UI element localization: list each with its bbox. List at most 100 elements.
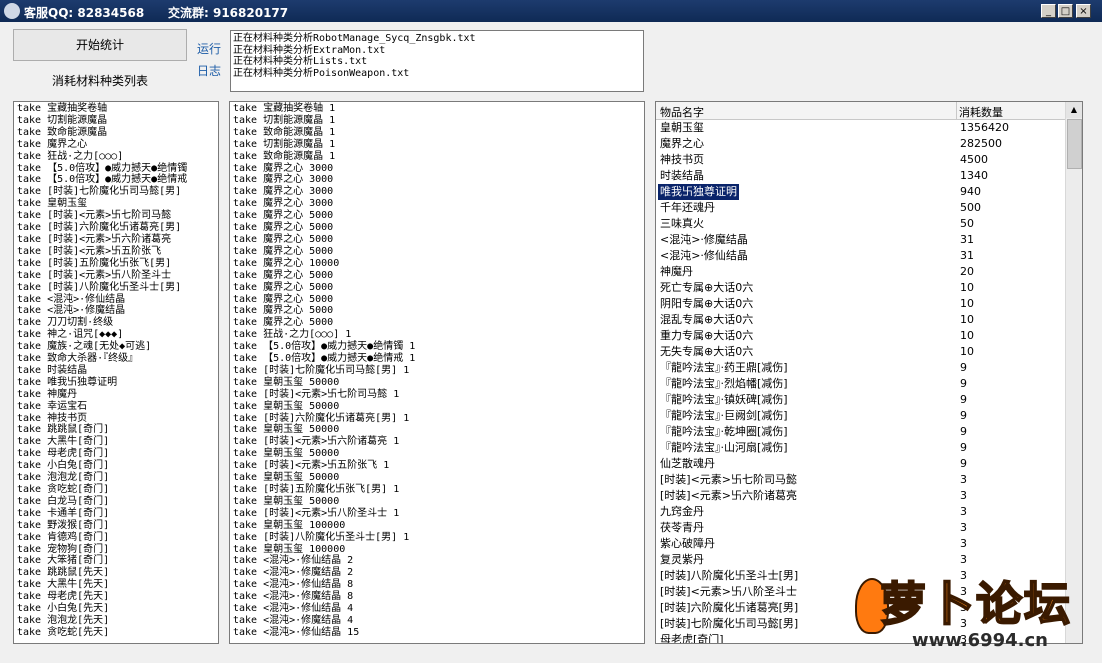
list-item[interactable]: take 唯我卐独尊证明 [17, 377, 215, 389]
list-item[interactable]: take 贪吃蛇[先天] [17, 627, 215, 639]
table-row[interactable]: 九窍金丹 3 [656, 504, 1066, 520]
list-item[interactable]: take 母老虎[先天] [17, 591, 215, 603]
list-item[interactable]: take 大笨猪[奇门] [17, 555, 215, 567]
list-item[interactable]: take 切割能源魔晶 1 [233, 139, 641, 151]
list-item[interactable]: take <混沌>·修魔结晶 2 [233, 567, 641, 579]
list-item[interactable]: take 宝藏抽奖卷轴 1 [233, 103, 641, 115]
list-item[interactable]: take 【5.0倍攻】●威力撼天●绝情戒 1 [233, 353, 641, 365]
list-item[interactable]: take 宠物狗[奇门] [17, 544, 215, 556]
table-row[interactable]: 『龍吟法宝』·烈焰幡[减伤] 9 [656, 376, 1066, 392]
list-item[interactable]: take 【5.0倍攻】●威力撼天●绝情镯 [17, 163, 215, 175]
list-item[interactable]: take 跳跳鼠[奇门] [17, 424, 215, 436]
list-item[interactable]: take [时装]八阶魔化卐圣斗士[男] 1 [233, 532, 641, 544]
close-button[interactable]: × [1076, 4, 1091, 18]
table-row[interactable]: 皇朝玉玺 1356420 [656, 120, 1066, 136]
list-item[interactable]: take 皇朝玉玺 100000 [233, 544, 641, 556]
list-item[interactable]: take 皇朝玉玺 [17, 198, 215, 210]
list-item[interactable]: take 大黑牛[奇门] [17, 436, 215, 448]
material-type-list[interactable]: take 宝藏抽奖卷轴 take 切割能源魔晶 take 致命能源魔晶 take 魔界… [13, 101, 219, 644]
list-item[interactable]: take [时装]<元素>卐五阶张飞 [17, 246, 215, 258]
list-item[interactable]: take 小白兔[奇门] [17, 460, 215, 472]
list-item[interactable]: take 【5.0倍攻】●威力撼天●绝情戒 [17, 174, 215, 186]
table-row[interactable]: 复灵紫丹 3 [656, 552, 1066, 568]
list-item[interactable]: take [时装]五阶魔化卐张飞[男] 1 [233, 484, 641, 496]
table-row[interactable]: 阴阳专属⊕大话0六 10 [656, 296, 1066, 312]
scroll-thumb[interactable] [1067, 119, 1082, 169]
list-item[interactable]: take [时装]五阶魔化卐张飞[男] [17, 258, 215, 270]
table-row[interactable]: 唯我卐独尊证明 940 [656, 184, 1066, 200]
list-item[interactable]: take 贪吃蛇[奇门] [17, 484, 215, 496]
list-item[interactable]: take 魔界之心 5000 [233, 222, 641, 234]
list-item[interactable]: take 皇朝玉玺 100000 [233, 520, 641, 532]
list-item[interactable]: take <混沌>·修仙结晶 2 [233, 555, 641, 567]
list-item[interactable]: take 宝藏抽奖卷轴 [17, 103, 215, 115]
table-row[interactable]: 重力专属⊕大话0六 10 [656, 328, 1066, 344]
table-row[interactable]: 神魔丹 20 [656, 264, 1066, 280]
run-link[interactable]: 运行 [197, 40, 221, 57]
scroll-up-icon[interactable]: ▲ [1066, 102, 1082, 118]
list-item[interactable]: take 幸运宝石 [17, 401, 215, 413]
list-item[interactable]: take 魔界之心 5000 [233, 317, 641, 329]
list-item[interactable]: take [时装]<元素>卐五阶张飞 1 [233, 460, 641, 472]
list-item[interactable]: take 皇朝玉玺 50000 [233, 424, 641, 436]
log-link[interactable]: 日志 [197, 62, 221, 79]
list-item[interactable]: take [时装]<元素>卐八阶圣斗士 1 [233, 508, 641, 520]
list-item[interactable]: take 皇朝玉玺 50000 [233, 448, 641, 460]
list-item[interactable]: take 白龙马[奇门] [17, 496, 215, 508]
table-row[interactable]: 魔界之心 282500 [656, 136, 1066, 152]
list-item[interactable]: take <混沌>·修仙结晶 4 [233, 603, 641, 615]
list-item[interactable]: take 魔界之心 3000 [233, 163, 641, 175]
table-row[interactable]: 神技书页 4500 [656, 152, 1066, 168]
table-row[interactable]: 『龍吟法宝』·山河扇[减伤] 9 [656, 440, 1066, 456]
list-item[interactable]: take 时装结晶 [17, 365, 215, 377]
list-item[interactable]: take 泡泡龙[奇门] [17, 472, 215, 484]
list-item[interactable]: take 魔界之心 5000 [233, 270, 641, 282]
table-row[interactable]: [时装]<元素>卐六阶诸葛亮 3 [656, 488, 1066, 504]
list-item[interactable]: take 魔界之心 5000 [233, 282, 641, 294]
list-item[interactable]: take <混沌>·修仙结晶 [17, 294, 215, 306]
list-item[interactable]: take <混沌>·修魔结晶 4 [233, 615, 641, 627]
log-line[interactable]: 正在材料种类分析Lists.txt [233, 56, 641, 68]
table-row[interactable]: 无失专属⊕大话0六 10 [656, 344, 1066, 360]
column-item-name[interactable]: 物品名字 [660, 104, 704, 120]
table-row[interactable]: 仙芝散魂丹 9 [656, 456, 1066, 472]
log-line[interactable]: 正在材料种类分析PoisonWeapon.txt [233, 68, 641, 80]
list-item[interactable]: take 跳跳鼠[先天] [17, 567, 215, 579]
column-consume-count[interactable]: 消耗数量 [959, 104, 1003, 120]
list-item[interactable]: take 魔界之心 5000 [233, 234, 641, 246]
list-item[interactable]: take 切割能源魔晶 1 [233, 115, 641, 127]
minimize-button[interactable]: _ [1041, 4, 1056, 18]
list-item[interactable]: take 皇朝玉玺 50000 [233, 401, 641, 413]
material-count-list[interactable]: take 宝藏抽奖卷轴 1 take 切割能源魔晶 1 take 致命能源魔晶 1t… [229, 101, 645, 644]
table-row[interactable]: 『龍吟法宝』·镇妖碑[减伤] 9 [656, 392, 1066, 408]
list-item[interactable]: take 皇朝玉玺 50000 [233, 377, 641, 389]
table-row[interactable]: 『龍吟法宝』·乾坤圈[减伤] 9 [656, 424, 1066, 440]
list-item[interactable]: take 致命能源魔晶 1 [233, 127, 641, 139]
list-item[interactable]: take [时装]<元素>卐六阶诸葛亮 [17, 234, 215, 246]
list-item[interactable]: take 狂战·之力[○○○] 1 [233, 329, 641, 341]
start-stats-button[interactable]: 开始统计 [13, 29, 187, 61]
log-textbox[interactable]: 正在材料种类分析RobotManage_Sycq_Znsgbk.txt 正在材料种… [230, 30, 644, 92]
table-row[interactable]: 三味真火 50 [656, 216, 1066, 232]
list-item[interactable]: take [时装]<元素>卐六阶诸葛亮 1 [233, 436, 641, 448]
table-row[interactable]: 『龍吟法宝』·药王鼎[减伤] 9 [656, 360, 1066, 376]
log-line[interactable]: 正在材料种类分析RobotManage_Sycq_Znsgbk.txt [233, 33, 641, 45]
list-item[interactable]: take 泡泡龙[先天] [17, 615, 215, 627]
list-item[interactable]: take [时装]七阶魔化卐司马懿[男] 1 [233, 365, 641, 377]
list-item[interactable]: take 神之·诅咒[◆◆◆] [17, 329, 215, 341]
list-item[interactable]: take 切割能源魔晶 [17, 115, 215, 127]
list-item[interactable]: take <混沌>·修魔结晶 [17, 305, 215, 317]
list-item[interactable]: take [时装]<元素>卐八阶圣斗士 [17, 270, 215, 282]
list-item[interactable]: take 魔界之心 [17, 139, 215, 151]
list-item[interactable]: take 魔界之心 10000 [233, 258, 641, 270]
column-separator[interactable] [956, 102, 957, 119]
list-item[interactable]: take 肯德鸡[奇门] [17, 532, 215, 544]
table-row[interactable]: 千年还魂丹 500 [656, 200, 1066, 216]
list-item[interactable]: take 魔界之心 3000 [233, 174, 641, 186]
list-item[interactable]: take 卡通羊[奇门] [17, 508, 215, 520]
table-row[interactable]: 『龍吟法宝』·巨阙剑[减伤] 9 [656, 408, 1066, 424]
table-row[interactable]: 混乱专属⊕大话0六 10 [656, 312, 1066, 328]
list-item[interactable]: take 【5.0倍攻】●威力撼天●绝情镯 1 [233, 341, 641, 353]
list-item[interactable]: take 神魔丹 [17, 389, 215, 401]
list-item[interactable]: take 致命大杀器·『终级』 [17, 353, 215, 365]
